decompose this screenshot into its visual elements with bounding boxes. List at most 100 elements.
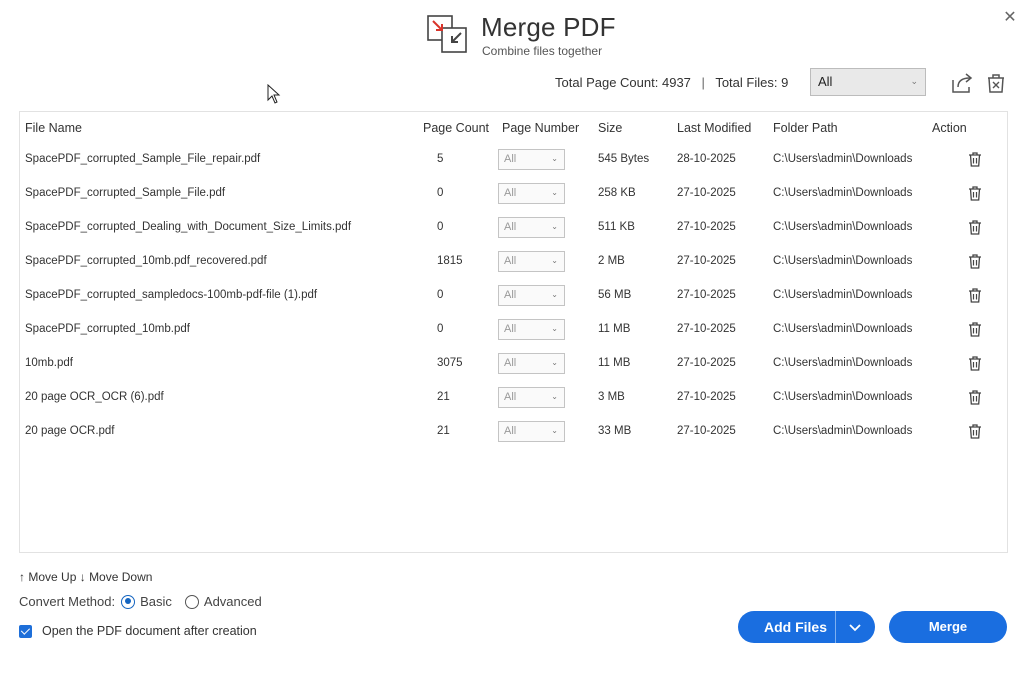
filter-dropdown-value: All: [818, 74, 833, 89]
share-icon[interactable]: [949, 70, 975, 96]
page-title: Merge PDF: [481, 12, 616, 42]
open-after-creation-label[interactable]: Open the PDF document after creation: [42, 624, 257, 638]
page-number-dropdown[interactable]: All ⌄: [498, 149, 565, 170]
move-up-button[interactable]: ↑ Move Up: [19, 570, 76, 584]
page-number-dropdown[interactable]: All ⌄: [498, 183, 565, 204]
add-files-label: Add Files: [764, 619, 828, 635]
move-down-label: Move Down: [89, 570, 153, 584]
table-row[interactable]: SpacePDF_corrupted_10mb.pdf 0 All ⌄ 11 MB 27-…: [20, 313, 1007, 347]
chevron-down-icon: ⌄: [551, 426, 558, 435]
radio-advanced[interactable]: [184, 594, 199, 609]
size-cell: 2 MB: [598, 255, 625, 267]
last-modified-cell: 27-10-2025: [677, 255, 736, 267]
page-number-dropdown[interactable]: All ⌄: [498, 251, 565, 272]
delete-icon[interactable]: [967, 423, 983, 440]
total-files-label: Total Files:: [715, 75, 778, 90]
delete-icon[interactable]: [967, 185, 983, 202]
move-down-button[interactable]: ↓ Move Down: [80, 570, 153, 584]
page-count-cell: 1815: [437, 255, 463, 267]
table-row[interactable]: 20 page OCR.pdf 21 All ⌄ 33 MB 27-10-2025 C:\U…: [20, 415, 1007, 449]
total-page-count-label: Total Page Count:: [555, 75, 659, 90]
page-number-value: All: [504, 153, 517, 165]
file-name-cell: SpacePDF_corrupted_Sample_File_repair.pd…: [25, 153, 261, 165]
page-number-value: All: [504, 255, 517, 267]
table-row[interactable]: SpacePDF_corrupted_sampledocs-100mb-pdf-…: [20, 279, 1007, 313]
convert-method-label: Convert Method:: [19, 594, 116, 609]
open-after-creation-option: Open the PDF document after creation: [19, 624, 257, 638]
page-count-cell: 21: [437, 391, 450, 403]
file-name-cell: 20 page OCR_OCR (6).pdf: [25, 391, 164, 403]
delete-icon[interactable]: [967, 389, 983, 406]
delete-icon[interactable]: [967, 219, 983, 236]
clear-all-icon[interactable]: [983, 70, 1009, 96]
size-cell: 545 Bytes: [598, 153, 650, 165]
column-header-page-number[interactable]: Page Number: [502, 121, 579, 135]
last-modified-cell: 27-10-2025: [677, 221, 736, 233]
move-up-label: Move Up: [28, 570, 77, 584]
page-number-value: All: [504, 357, 517, 369]
file-name-cell: SpacePDF_corrupted_sampledocs-100mb-pdf-…: [25, 289, 318, 301]
open-after-creation-checkbox[interactable]: [19, 624, 32, 638]
table-row[interactable]: SpacePDF_corrupted_Dealing_with_Document…: [20, 211, 1007, 245]
page-count-cell: 0: [437, 323, 444, 335]
close-button[interactable]: ✕: [1000, 8, 1020, 28]
table-row[interactable]: 10mb.pdf 3075 All ⌄ 11 MB 27-10-2025 C:\Users\…: [20, 347, 1007, 381]
last-modified-cell: 28-10-2025: [677, 153, 736, 165]
page-number-dropdown[interactable]: All ⌄: [498, 353, 565, 374]
last-modified-cell: 27-10-2025: [677, 425, 736, 437]
convert-method-group: Convert Method: Basic Advanced: [19, 594, 262, 609]
chevron-down-icon: ⌄: [910, 76, 918, 86]
merge-button[interactable]: Merge: [889, 611, 1007, 643]
delete-icon[interactable]: [967, 321, 983, 338]
size-cell: 3 MB: [598, 391, 625, 403]
table-row[interactable]: 20 page OCR_OCR (6).pdf 21 All ⌄ 3 MB 27-10-2…: [20, 381, 1007, 415]
page-number-dropdown[interactable]: All ⌄: [498, 421, 565, 442]
delete-icon[interactable]: [967, 355, 983, 372]
folder-path-cell: C:\Users\admin\Downloads: [773, 187, 913, 199]
file-name-cell: SpacePDF_corrupted_10mb.pdf_recovered.pd…: [25, 255, 267, 267]
folder-path-cell: C:\Users\admin\Downloads: [773, 153, 913, 165]
size-cell: 11 MB: [598, 357, 631, 369]
column-header-folder-path[interactable]: Folder Path: [773, 121, 838, 135]
mouse-cursor-icon: [267, 84, 281, 104]
filter-dropdown[interactable]: All ⌄: [810, 68, 926, 96]
file-name-cell: 10mb.pdf: [25, 357, 73, 369]
delete-icon[interactable]: [967, 287, 983, 304]
column-header-size[interactable]: Size: [598, 121, 622, 135]
page-number-dropdown[interactable]: All ⌄: [498, 285, 565, 306]
page-number-dropdown[interactable]: All ⌄: [498, 387, 565, 408]
page-count-cell: 5: [437, 153, 444, 165]
page-number-value: All: [504, 187, 517, 199]
column-header-page-count[interactable]: Page Count: [423, 121, 489, 135]
chevron-down-icon[interactable]: [847, 619, 863, 635]
stats-separator: |: [701, 75, 705, 90]
page-number-dropdown[interactable]: All ⌄: [498, 217, 565, 238]
split-divider: [835, 611, 836, 643]
column-header-last-modified[interactable]: Last Modified: [677, 121, 751, 135]
column-header-file-name[interactable]: File Name: [25, 121, 82, 135]
last-modified-cell: 27-10-2025: [677, 187, 736, 199]
page-number-dropdown[interactable]: All ⌄: [498, 319, 565, 340]
folder-path-cell: C:\Users\admin\Downloads: [773, 255, 913, 267]
page-number-value: All: [504, 391, 517, 403]
add-files-button[interactable]: Add Files: [738, 611, 875, 643]
file-table: File Name Page Count Page Number Size La…: [19, 111, 1008, 553]
file-name-cell: SpacePDF_corrupted_Dealing_with_Document…: [25, 221, 352, 233]
radio-basic-label[interactable]: Basic: [140, 594, 172, 609]
radio-advanced-label[interactable]: Advanced: [204, 594, 262, 609]
total-page-count-value: 4937: [661, 75, 691, 90]
chevron-down-icon: ⌄: [551, 392, 558, 401]
folder-path-cell: C:\Users\admin\Downloads: [773, 323, 913, 335]
merge-arrows-icon: [427, 15, 467, 53]
radio-basic[interactable]: [121, 594, 136, 609]
page-count-cell: 0: [437, 221, 444, 233]
arrow-up-icon: ↑: [19, 570, 25, 584]
page-number-value: All: [504, 289, 517, 301]
page-subtitle: Combine files together: [482, 44, 603, 58]
delete-icon[interactable]: [967, 253, 983, 270]
table-row[interactable]: SpacePDF_corrupted_Sample_File_repair.pd…: [20, 143, 1007, 177]
delete-icon[interactable]: [967, 151, 983, 168]
folder-path-cell: C:\Users\admin\Downloads: [773, 391, 913, 403]
table-row[interactable]: SpacePDF_corrupted_10mb.pdf_recovered.pd…: [20, 245, 1007, 279]
table-row[interactable]: SpacePDF_corrupted_Sample_File.pdf 0 All ⌄ 2…: [20, 177, 1007, 211]
